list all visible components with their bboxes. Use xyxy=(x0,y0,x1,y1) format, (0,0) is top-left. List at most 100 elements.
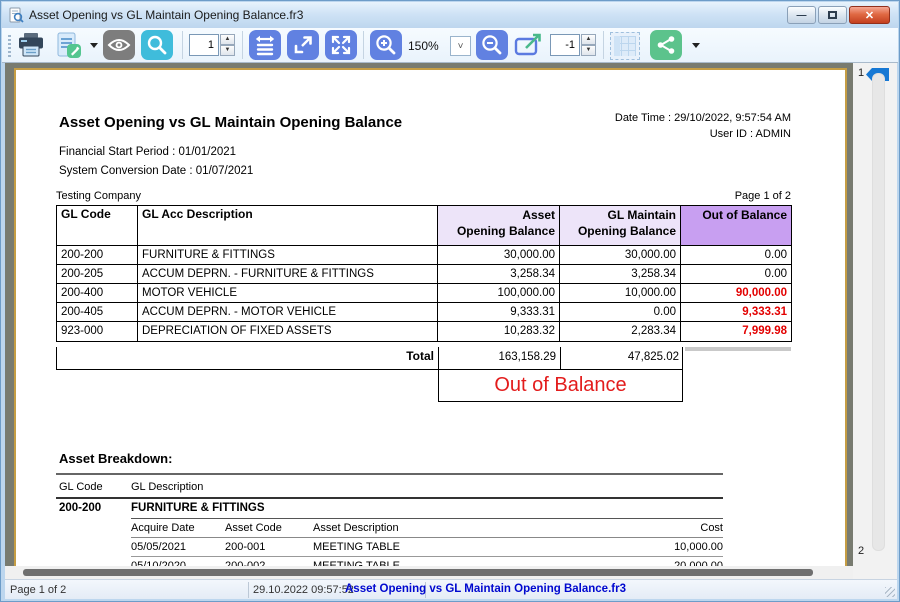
zoom-level-label: 150% xyxy=(408,39,439,53)
maintain-cell: 30,000.00 xyxy=(560,246,681,265)
export-button[interactable] xyxy=(53,30,85,60)
titlebar[interactable]: Asset Opening vs GL Maintain Opening Bal… xyxy=(2,2,898,28)
toolbar: ▲ ▼ xyxy=(2,28,898,63)
report-title: Asset Opening vs GL Maintain Opening Bal… xyxy=(59,114,402,131)
financial-start-period: Financial Start Period : 01/01/2021 xyxy=(59,146,236,158)
header-gl-desc: GL Acc Description xyxy=(138,206,438,246)
zoom-in-button[interactable] xyxy=(370,30,402,60)
toolbar-grip[interactable] xyxy=(8,35,11,57)
gl-code-cell: 200-400 xyxy=(57,284,138,303)
divider xyxy=(131,518,723,519)
breakdown-group-desc: FURNITURE & FITTINGS xyxy=(131,502,265,514)
resize-grip[interactable] xyxy=(885,587,895,597)
export-dropdown-arrow[interactable] xyxy=(90,43,98,48)
gl-desc-cell: ACCUM DEPRN. - FURNITURE & FITTINGS xyxy=(138,265,438,284)
share-button[interactable] xyxy=(650,30,682,60)
gl-desc-cell: ACCUM DEPRN. - MOTOR VEHICLE xyxy=(138,303,438,322)
page-number-spinner: ▲ ▼ xyxy=(220,34,235,56)
maintain-cell: 2,283.34 xyxy=(560,322,681,341)
column-shadow xyxy=(685,347,791,351)
gl-desc-cell: DEPRECIATION OF FIXED ASSETS xyxy=(138,322,438,341)
page-grid-icon xyxy=(614,36,636,56)
toolbar-separator xyxy=(242,31,243,59)
gl-desc-cell: MOTOR VEHICLE xyxy=(138,284,438,303)
maximize-icon xyxy=(828,11,837,19)
system-conversion-date: System Conversion Date : 01/07/2021 xyxy=(59,165,253,177)
out-cell-alert: 90,000.00 xyxy=(681,284,791,303)
asset-cell: 9,333.31 xyxy=(438,303,560,322)
breakdown-gl-code-header: GL Code xyxy=(59,481,103,493)
search-icon xyxy=(146,34,168,56)
window-title: Asset Opening vs GL Maintain Opening Bal… xyxy=(29,8,303,22)
table-row: 200-405 ACCUM DEPRN. - MOTOR VEHICLE 9,3… xyxy=(57,303,791,322)
printer-icon xyxy=(17,32,45,58)
maximize-button[interactable] xyxy=(818,6,847,24)
fit-width-button[interactable] xyxy=(249,30,281,60)
toolbar-separator xyxy=(603,31,604,59)
table-header-row: GL Code GL Acc Description Asset Opening… xyxy=(57,206,791,246)
statusbar-separator xyxy=(248,582,249,598)
zoom-out-icon xyxy=(480,33,504,57)
edit-page-icon xyxy=(514,32,542,58)
spin-down-icon[interactable]: ▼ xyxy=(581,45,596,56)
spin-up-icon[interactable]: ▲ xyxy=(220,34,235,45)
total-maintain: 47,825.02 xyxy=(560,347,683,369)
watermark-view-button[interactable] xyxy=(103,30,135,60)
header-out-of-balance: Out of Balance xyxy=(681,206,791,246)
statusbar-page-label: Page 1 of 2 xyxy=(10,584,66,596)
out-of-balance-banner: Out of Balance xyxy=(438,369,683,402)
share-dropdown-arrow[interactable] xyxy=(692,43,700,48)
zoom-dropdown[interactable]: ˅ xyxy=(450,36,471,56)
report-datetime: Date Time : 29/10/2022, 9:57:54 AM xyxy=(615,110,791,126)
eye-icon xyxy=(107,37,131,53)
page-settings-button[interactable] xyxy=(610,32,640,60)
divider xyxy=(131,537,723,538)
toolbar-separator xyxy=(363,31,364,59)
preview-area[interactable]: Asset Opening vs GL Maintain Opening Bal… xyxy=(5,63,853,566)
report-user: User ID : ADMIN xyxy=(615,126,791,142)
asset-cell: 30,000.00 xyxy=(438,246,560,265)
extra-number-input[interactable] xyxy=(550,34,580,56)
print-button[interactable] xyxy=(15,30,47,60)
subheader-cost: Cost xyxy=(623,522,723,534)
divider xyxy=(131,556,723,557)
horizontal-scrollbar-thumb[interactable] xyxy=(23,569,813,576)
report-page-label: Page 1 of 2 xyxy=(735,190,791,202)
asset-row-desc: MEETING TABLE xyxy=(313,541,400,553)
extra-number-spinner: ▲ ▼ xyxy=(581,34,596,56)
close-button[interactable]: ✕ xyxy=(849,6,890,24)
report-info: Date Time : 29/10/2022, 9:57:54 AM User … xyxy=(615,110,791,142)
maintain-cell: 10,000.00 xyxy=(560,284,681,303)
header-gl-code: GL Code xyxy=(57,206,138,246)
gl-desc-cell: FURNITURE & FITTINGS xyxy=(138,246,438,265)
total-label: Total xyxy=(57,347,438,369)
spin-up-icon[interactable]: ▲ xyxy=(581,34,596,45)
header-asset-opening: Asset Opening Balance xyxy=(438,206,560,246)
statusbar: Page 1 of 2 29.10.2022 09:57:52 Asset Op… xyxy=(5,579,897,599)
gl-balance-table: GL Code GL Acc Description Asset Opening… xyxy=(56,205,792,342)
vertical-scrollbar[interactable] xyxy=(872,73,885,551)
fit-page-button[interactable] xyxy=(287,30,319,60)
fit-page-icon xyxy=(291,33,315,57)
maintain-cell: 0.00 xyxy=(560,303,681,322)
report-preview-window: Asset Opening vs GL Maintain Opening Bal… xyxy=(0,0,900,602)
gl-code-cell: 923-000 xyxy=(57,322,138,341)
total-row: Total 163,158.29 47,825.02 xyxy=(56,347,683,370)
asset-cell: 3,258.34 xyxy=(438,265,560,284)
spin-down-icon[interactable]: ▼ xyxy=(220,45,235,56)
full-screen-button[interactable] xyxy=(325,30,357,60)
company-name: Testing Company xyxy=(56,190,141,202)
share-icon xyxy=(654,33,678,57)
extra-number-box: ▲ ▼ xyxy=(550,34,596,56)
export-document-icon xyxy=(56,32,82,59)
page-indicator-1: 1 xyxy=(858,67,864,79)
subheader-asset-code: Asset Code xyxy=(225,522,282,534)
gl-code-cell: 200-205 xyxy=(57,265,138,284)
subheader-asset-description: Asset Description xyxy=(313,522,399,534)
find-button[interactable] xyxy=(141,30,173,60)
zoom-out-button[interactable] xyxy=(476,30,508,60)
horizontal-scrollbar[interactable] xyxy=(5,566,853,579)
minimize-button[interactable]: — xyxy=(787,6,816,24)
edit-page-button[interactable] xyxy=(512,30,544,60)
page-number-input[interactable] xyxy=(189,34,219,56)
